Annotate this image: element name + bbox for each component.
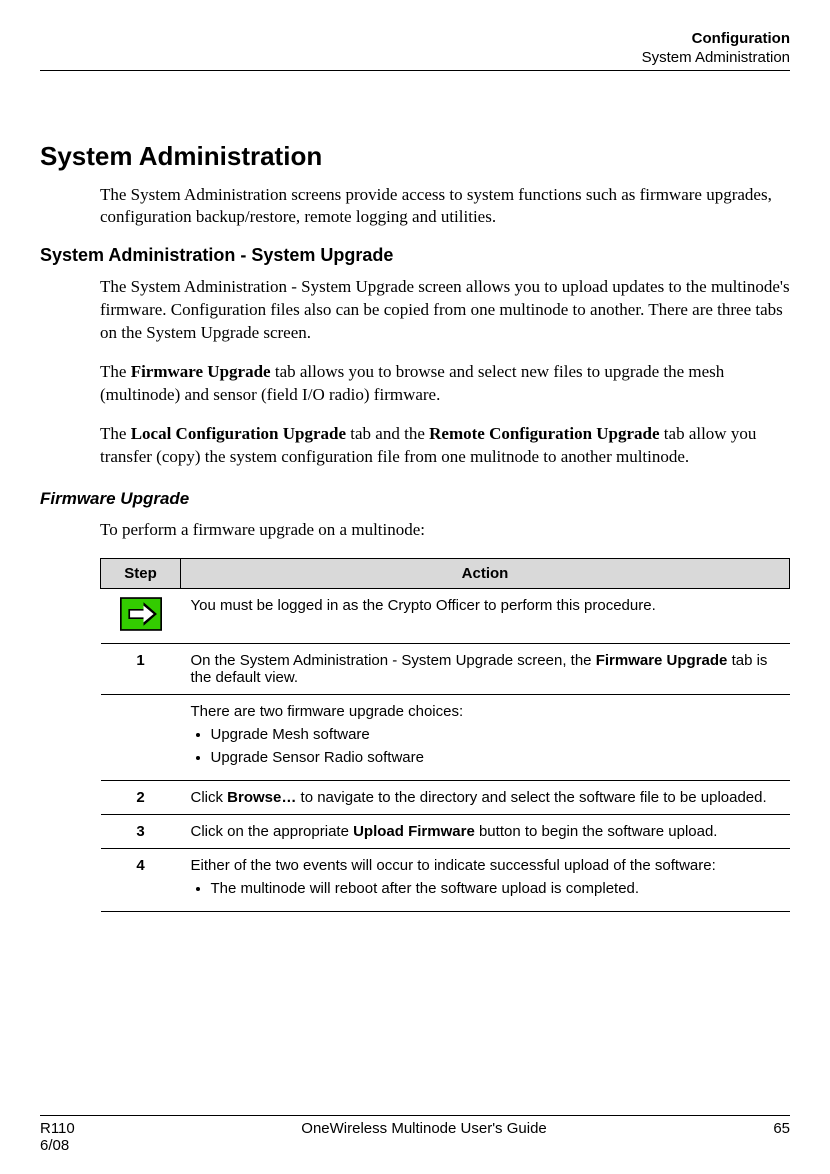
list-item: The multinode will reboot after the soft… xyxy=(211,880,780,897)
step-action: Click Browse… to navigate to the directo… xyxy=(181,780,790,814)
table-row: 2 Click Browse… to navigate to the direc… xyxy=(101,780,790,814)
step-number: 4 xyxy=(101,848,181,911)
table-header-row: Step Action xyxy=(101,558,790,588)
list-item: Upgrade Sensor Radio software xyxy=(211,749,780,766)
col-header-step: Step xyxy=(101,558,181,588)
step-number: 2 xyxy=(101,780,181,814)
forward-arrow-icon xyxy=(120,597,162,631)
footer-page-number: 65 xyxy=(773,1120,790,1154)
page-title: System Administration xyxy=(40,141,790,172)
note-action: You must be logged in as the Crypto Offi… xyxy=(181,588,790,643)
header-title: Configuration xyxy=(40,30,790,49)
table-row: 4 Either of the two events will occur to… xyxy=(101,848,790,911)
intro-paragraph: The System Administration screens provid… xyxy=(40,184,790,230)
footer-doc-title: OneWireless Multinode User's Guide xyxy=(75,1120,774,1154)
running-header: Configuration System Administration xyxy=(40,30,790,71)
section-heading: System Administration - System Upgrade xyxy=(40,245,790,266)
paragraph: The Local Configuration Upgrade tab and … xyxy=(40,423,790,469)
step-detail: There are two firmware upgrade choices: … xyxy=(181,694,790,780)
procedure-table: Step Action You must be logged in as the… xyxy=(100,558,790,912)
step-number: 1 xyxy=(101,643,181,694)
page-footer: R110 6/08 OneWireless Multinode User's G… xyxy=(40,1115,790,1154)
footer-left: R110 6/08 xyxy=(40,1120,75,1154)
paragraph: The System Administration - System Upgra… xyxy=(40,276,790,345)
table-row: There are two firmware upgrade choices: … xyxy=(101,694,790,780)
paragraph: To perform a firmware upgrade on a multi… xyxy=(40,519,790,542)
step-action: Either of the two events will occur to i… xyxy=(181,848,790,911)
header-subtitle: System Administration xyxy=(40,49,790,68)
col-header-action: Action xyxy=(181,558,790,588)
step-action: Click on the appropriate Upload Firmware… xyxy=(181,814,790,848)
paragraph: The Firmware Upgrade tab allows you to b… xyxy=(40,361,790,407)
step-number: 3 xyxy=(101,814,181,848)
table-row: You must be logged in as the Crypto Offi… xyxy=(101,588,790,643)
page: Configuration System Administration Syst… xyxy=(0,0,830,1174)
subsection-heading: Firmware Upgrade xyxy=(40,489,790,509)
list-item: Upgrade Mesh software xyxy=(211,726,780,743)
note-icon-cell xyxy=(101,588,181,643)
step-action: On the System Administration - System Up… xyxy=(181,643,790,694)
table-row: 3 Click on the appropriate Upload Firmwa… xyxy=(101,814,790,848)
table-row: 1 On the System Administration - System … xyxy=(101,643,790,694)
